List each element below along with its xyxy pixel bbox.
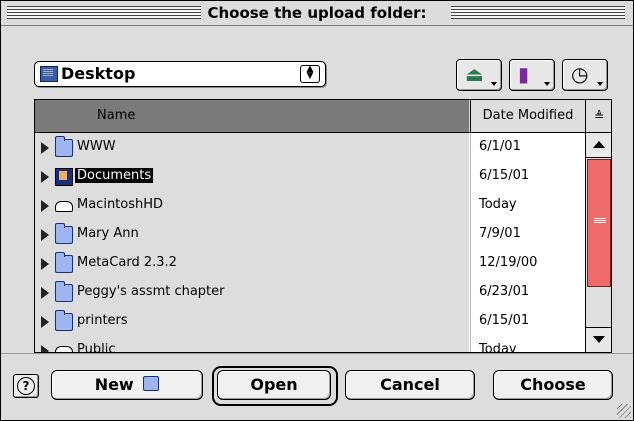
title-bar[interactable]: Choose the upload folder: bbox=[1, 1, 633, 26]
disclosure-triangle-icon[interactable] bbox=[41, 258, 49, 270]
new-folder-icon bbox=[143, 376, 160, 391]
shortcuts-caret-icon bbox=[491, 82, 497, 86]
item-name: WWW bbox=[77, 139, 116, 154]
name-cell: MetaCard 2.3.2 bbox=[35, 249, 469, 278]
name-cell: Mary Ann bbox=[35, 220, 469, 249]
item-name: Peggy's assmt chapter bbox=[77, 284, 225, 299]
help-icon: ? bbox=[17, 377, 35, 395]
list-item[interactable]: Public Today bbox=[35, 336, 586, 353]
item-date: 6/23/01 bbox=[479, 284, 530, 299]
dialog-title: Choose the upload folder: bbox=[1, 4, 633, 22]
disclosure-triangle-icon[interactable] bbox=[41, 229, 49, 241]
list-item[interactable]: WWW 6/1/01 bbox=[35, 133, 586, 162]
item-name: Mary Ann bbox=[77, 226, 139, 241]
column-header-name[interactable]: Name bbox=[35, 100, 469, 132]
name-cell: Public bbox=[35, 336, 469, 353]
location-label: Desktop bbox=[61, 64, 136, 83]
favorites-book-icon: ▮ bbox=[518, 62, 530, 86]
new-label: New bbox=[94, 375, 134, 394]
folder-icon bbox=[55, 310, 73, 331]
item-date: Today bbox=[479, 342, 517, 353]
recent-button[interactable]: ◷ bbox=[562, 59, 608, 91]
resize-grip-icon[interactable] bbox=[617, 404, 631, 418]
hard-disk-icon bbox=[55, 346, 73, 352]
name-cell: WWW bbox=[35, 133, 469, 162]
help-button[interactable]: ? bbox=[13, 374, 39, 398]
column-header-date[interactable]: Date Modified bbox=[470, 100, 585, 132]
date-cell: 6/15/01 bbox=[470, 307, 586, 336]
disclosure-triangle-icon[interactable] bbox=[41, 287, 49, 299]
desktop-icon bbox=[40, 66, 58, 82]
date-cell: Today bbox=[470, 336, 586, 353]
hard-disk-icon bbox=[55, 201, 73, 212]
list-item[interactable]: printers 6/15/01 bbox=[35, 307, 586, 336]
name-cell: Documents bbox=[35, 162, 469, 191]
item-date: 6/1/01 bbox=[479, 139, 521, 154]
item-name: printers bbox=[77, 313, 128, 328]
scroll-up-arrow-icon[interactable] bbox=[586, 133, 611, 158]
item-date: 7/9/01 bbox=[479, 226, 521, 241]
name-cell: MacintoshHD bbox=[35, 191, 469, 220]
file-list: Name Date Modified ≜ WWW 6/1/01 Document… bbox=[34, 99, 612, 353]
item-name: Public bbox=[77, 342, 116, 353]
folder-icon bbox=[55, 223, 73, 244]
scroll-thumb[interactable] bbox=[587, 159, 611, 287]
favorites-button[interactable]: ▮ bbox=[509, 59, 555, 91]
location-popup[interactable]: Desktop ▲ ▼ bbox=[34, 61, 326, 87]
list-item[interactable]: MacintoshHD Today bbox=[35, 191, 586, 220]
recent-caret-icon bbox=[597, 82, 603, 86]
cancel-button[interactable]: Cancel bbox=[345, 370, 475, 400]
date-cell: 6/23/01 bbox=[470, 278, 586, 307]
divider bbox=[1, 353, 633, 354]
sort-order-icon[interactable]: ≜ bbox=[585, 100, 611, 132]
disclosure-triangle-icon[interactable] bbox=[41, 200, 49, 212]
list-item[interactable]: Peggy's assmt chapter 6/23/01 bbox=[35, 278, 586, 307]
popup-arrows-icon: ▲ ▼ bbox=[300, 65, 320, 83]
list-item-selected[interactable]: Documents 6/15/01 bbox=[35, 162, 586, 191]
date-cell: 6/15/01 bbox=[470, 162, 586, 191]
network-globe-icon: ⏏ bbox=[465, 62, 484, 86]
item-date: Today bbox=[479, 197, 517, 212]
disclosure-triangle-icon[interactable] bbox=[41, 316, 49, 328]
item-date: 12/19/00 bbox=[479, 255, 538, 270]
disclosure-triangle-icon[interactable] bbox=[41, 142, 49, 154]
item-name: MacintoshHD bbox=[77, 197, 164, 212]
date-cell: Today bbox=[470, 191, 586, 220]
thumb-grip-icon bbox=[594, 218, 606, 224]
shortcuts-button[interactable]: ⏏ bbox=[456, 59, 502, 91]
date-cell: 12/19/00 bbox=[470, 249, 586, 278]
date-cell: 7/9/01 bbox=[470, 220, 586, 249]
disclosure-triangle-icon[interactable] bbox=[41, 345, 49, 352]
date-cell: 6/1/01 bbox=[470, 133, 586, 162]
upload-folder-dialog: Choose the upload folder: Desktop ▲ ▼ ⏏ ▮… bbox=[0, 0, 634, 421]
item-name: Documents bbox=[75, 168, 154, 183]
disclosure-triangle-icon[interactable] bbox=[41, 171, 49, 183]
list-item[interactable]: MetaCard 2.3.2 12/19/00 bbox=[35, 249, 586, 278]
list-rows: WWW 6/1/01 Documents 6/15/01 MacintoshHD bbox=[35, 133, 586, 353]
item-date: 6/15/01 bbox=[479, 168, 530, 183]
folder-icon bbox=[55, 252, 73, 273]
favorites-caret-icon bbox=[544, 82, 550, 86]
open-button[interactable]: Open bbox=[217, 370, 331, 400]
choose-button[interactable]: Choose bbox=[493, 370, 613, 400]
list-header: Name Date Modified ≜ bbox=[35, 100, 611, 133]
name-cell: Peggy's assmt chapter bbox=[35, 278, 469, 307]
item-name: MetaCard 2.3.2 bbox=[77, 255, 177, 270]
new-folder-button[interactable]: New bbox=[51, 370, 203, 400]
folder-icon bbox=[55, 281, 73, 302]
item-date: 6/15/01 bbox=[479, 313, 530, 328]
folder-icon bbox=[55, 136, 73, 157]
vertical-scrollbar[interactable] bbox=[585, 133, 611, 352]
list-item[interactable]: Mary Ann 7/9/01 bbox=[35, 220, 586, 249]
name-cell: printers bbox=[35, 307, 469, 336]
scroll-down-arrow-icon[interactable] bbox=[586, 327, 611, 352]
recent-clock-icon: ◷ bbox=[571, 62, 589, 86]
documents-folder-icon bbox=[55, 168, 73, 186]
